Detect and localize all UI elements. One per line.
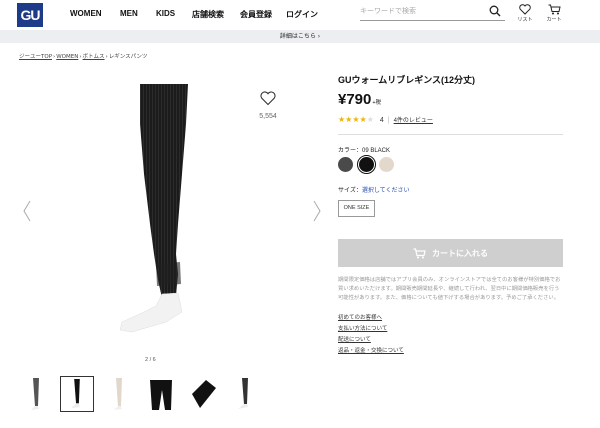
nav-login[interactable]: ログイン: [286, 9, 318, 20]
tax-label: +税: [372, 100, 382, 106]
color-swatch-gray[interactable]: [338, 157, 353, 172]
cart-icon: [413, 247, 426, 258]
star-icon: ★: [366, 115, 374, 124]
search-input[interactable]: [360, 7, 480, 15]
rating-row: ★★★★★ 4 | 4件のレビュー: [338, 115, 433, 124]
nav-register[interactable]: 会員登録: [240, 9, 272, 20]
size-select-text: 選択してください: [361, 188, 410, 194]
thumbnail-strip: [20, 376, 265, 414]
color-swatch-beige[interactable]: [379, 157, 394, 172]
thumbnail-2[interactable]: [60, 376, 94, 412]
next-image-arrow[interactable]: [312, 200, 322, 222]
header: GU WOMEN MEN KIDS 店舗検索 会員登録 ログイン リスト カート: [0, 0, 600, 30]
image-pager: 2 / 6: [145, 357, 156, 363]
breadcrumb: ジーユーTOP›WOMEN›ボトムス›レギンスパンツ: [19, 54, 148, 60]
review-link[interactable]: 4件のレビュー: [394, 118, 433, 124]
nav-women[interactable]: WOMEN: [70, 9, 102, 18]
list-label: リスト: [517, 17, 533, 23]
list-button[interactable]: リスト: [514, 4, 536, 23]
size-one-size-button[interactable]: ONE SIZE: [338, 200, 375, 217]
cart-button[interactable]: カート: [543, 4, 565, 23]
cart-label: カート: [546, 17, 562, 23]
thumbnail-1[interactable]: [20, 376, 54, 412]
rating-stars: ★★★★★: [338, 115, 374, 124]
product-price: ¥790+税: [338, 91, 381, 108]
review-count: 4: [379, 117, 384, 124]
favorite-button[interactable]: 5,554: [256, 91, 280, 120]
breadcrumb-bottoms[interactable]: ボトムス: [83, 54, 105, 60]
size-label: サイズ：選択してください: [338, 185, 409, 194]
link-first-time[interactable]: 初めてのお客様へ: [338, 313, 404, 324]
prev-image-arrow[interactable]: [22, 200, 32, 222]
breadcrumb-women[interactable]: WOMEN: [56, 54, 78, 60]
heart-icon: [519, 4, 531, 15]
thumbnail-5[interactable]: [186, 376, 220, 412]
price-value: ¥790: [338, 91, 372, 108]
gu-logo[interactable]: GU: [17, 3, 43, 27]
search-box: [360, 4, 505, 21]
price-notice: 期間限定価格は店舗ではアプリ会員のみ、オンラインストアでは全てのお客様が特別価格…: [338, 277, 561, 301]
thumbnail-3[interactable]: [102, 376, 136, 412]
product-title: GUウォームリブレギンス(12分丈): [338, 75, 476, 85]
star-icon: ★★★★: [338, 115, 367, 124]
cart-icon: [548, 4, 561, 15]
divider: [338, 134, 563, 135]
link-payment[interactable]: 支払い方法について: [338, 324, 404, 335]
color-swatch-black[interactable]: [359, 157, 374, 172]
link-returns[interactable]: 返品・返金・交換について: [338, 346, 404, 357]
info-links: 初めてのお客様へ 支払い方法について 配送について 返品・返金・交換について: [338, 313, 404, 357]
link-shipping[interactable]: 配送について: [338, 335, 404, 346]
size-label-text: サイズ：: [338, 188, 362, 194]
color-label: カラー：09 BLACK: [338, 148, 391, 154]
nav-men[interactable]: MEN: [120, 9, 138, 18]
breadcrumb-top[interactable]: ジーユーTOP: [19, 54, 52, 60]
product-image: [119, 84, 188, 333]
add-to-cart-button[interactable]: カートに入れる: [338, 239, 563, 267]
thumbnail-6[interactable]: [228, 376, 262, 412]
rating-divider: |: [387, 117, 390, 124]
nav-kids[interactable]: KIDS: [156, 9, 175, 18]
nav-store-search[interactable]: 店舗検索: [192, 9, 224, 20]
favorite-count: 5,554: [259, 113, 277, 120]
add-to-cart-label: カートに入れる: [432, 248, 488, 258]
detail-banner[interactable]: 詳細はこちら ›: [0, 30, 600, 43]
thumbnail-4[interactable]: [144, 376, 178, 412]
search-icon[interactable]: [489, 5, 501, 17]
heart-icon: [260, 91, 276, 106]
breadcrumb-current: レギンスパンツ: [108, 54, 148, 60]
